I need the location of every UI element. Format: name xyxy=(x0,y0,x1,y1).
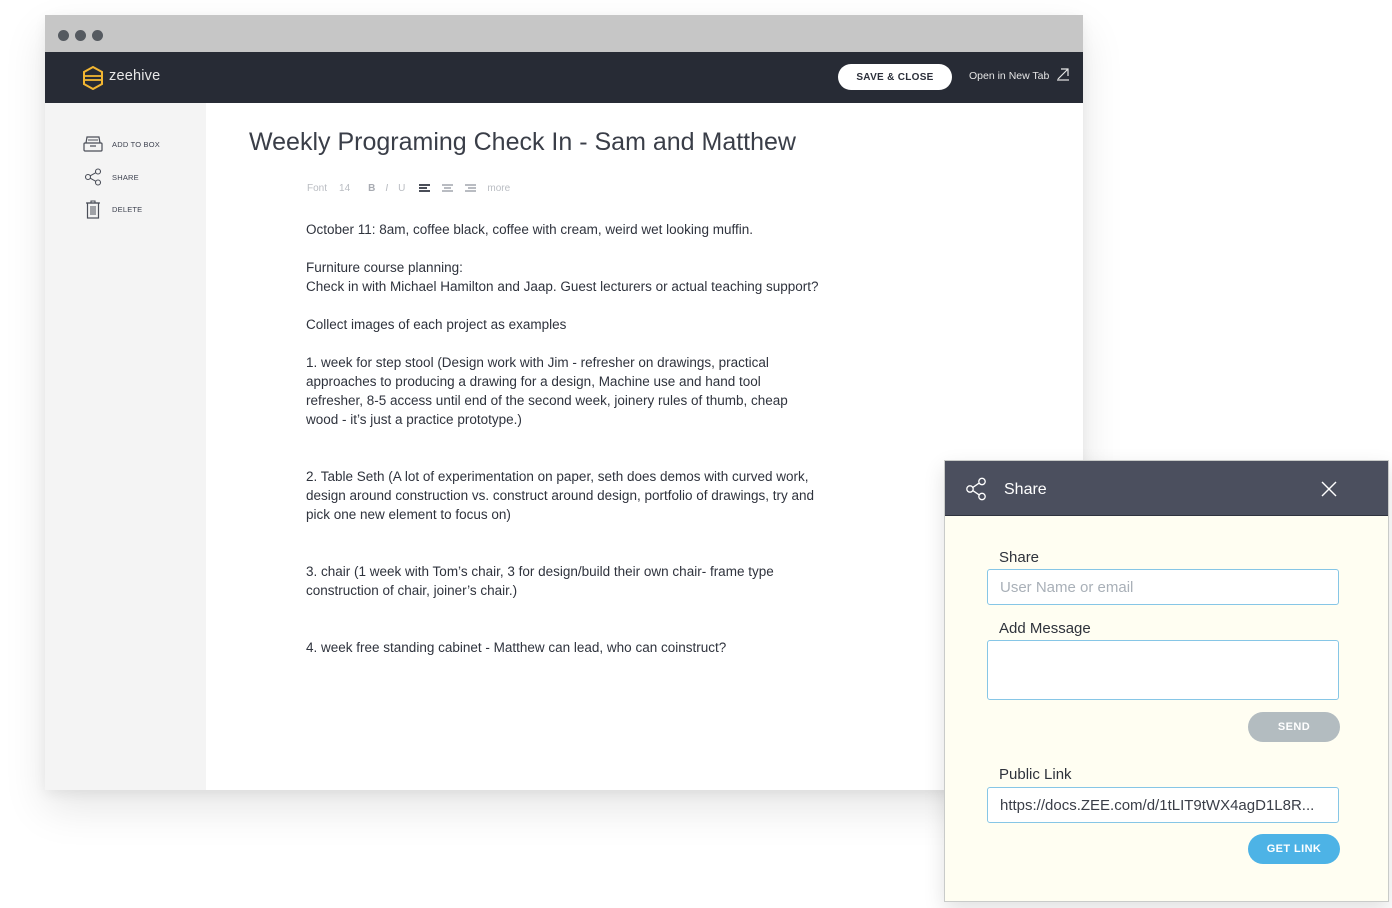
share-icon xyxy=(82,166,104,188)
sidebar-item-label: ADD TO BOX xyxy=(112,139,160,149)
zeehive-logo-icon xyxy=(83,66,103,90)
window-minimize-dot[interactable] xyxy=(75,30,86,41)
share-dialog: Share Share Add Message SEND Public Link… xyxy=(944,460,1389,902)
trash-icon xyxy=(82,198,104,220)
sidebar: ADD TO BOX SHARE DELETE xyxy=(45,103,206,790)
sidebar-item-delete[interactable]: DELETE xyxy=(82,198,142,220)
italic-button[interactable]: I xyxy=(385,183,388,194)
box-icon xyxy=(82,133,104,155)
underline-button[interactable]: U xyxy=(398,183,405,194)
paragraph: 4. week free standing cabinet - Matthew … xyxy=(306,640,727,655)
send-button[interactable]: SEND xyxy=(1248,712,1340,742)
font-size-dropdown[interactable]: 14 xyxy=(339,183,350,194)
browser-window: zeehive SAVE & CLOSE Open in New Tab ADD… xyxy=(45,15,1083,790)
open-new-tab-label: Open in New Tab xyxy=(969,70,1050,82)
share-label: Share xyxy=(999,549,1040,566)
public-link-field[interactable] xyxy=(987,787,1339,823)
window-titlebar xyxy=(45,15,1083,52)
save-close-button[interactable]: SAVE & CLOSE xyxy=(838,64,952,90)
paragraph: Check in with Michael Hamilton and Jaap.… xyxy=(306,279,819,294)
align-left-icon[interactable] xyxy=(419,184,431,192)
align-right-icon[interactable] xyxy=(465,184,477,192)
align-center-icon[interactable] xyxy=(442,184,454,192)
public-link-label: Public Link xyxy=(999,766,1072,783)
share-dialog-title: Share xyxy=(1004,481,1047,498)
font-dropdown[interactable]: Font xyxy=(307,183,327,194)
get-link-button[interactable]: GET LINK xyxy=(1248,834,1340,864)
close-icon[interactable] xyxy=(1320,480,1338,498)
share-dialog-header: Share xyxy=(945,461,1388,516)
share-recipient-input[interactable] xyxy=(988,570,1338,604)
share-icon xyxy=(966,477,986,501)
public-link-input[interactable] xyxy=(988,788,1338,822)
window-maximize-dot[interactable] xyxy=(92,30,103,41)
add-message-label: Add Message xyxy=(999,620,1091,637)
open-new-tab-link[interactable]: Open in New Tab xyxy=(969,68,1070,82)
brand-name: zeehive xyxy=(109,68,161,84)
paragraph: 1. week for step stool (Design work with… xyxy=(306,355,788,427)
paragraph: 2. Table Seth (A lot of experimentation … xyxy=(306,469,815,522)
more-options-button[interactable]: more xyxy=(487,183,510,194)
share-recipient-field[interactable] xyxy=(987,569,1339,605)
paragraph: 3. chair (1 week with Tom’s chair, 3 for… xyxy=(306,564,774,598)
sidebar-item-share[interactable]: SHARE xyxy=(82,166,139,188)
sidebar-item-label: SHARE xyxy=(112,172,139,182)
sidebar-item-label: DELETE xyxy=(112,204,143,214)
sidebar-item-add-to-box[interactable]: ADD TO BOX xyxy=(82,133,160,155)
message-field[interactable] xyxy=(987,640,1339,700)
document-body[interactable]: October 11: 8am, coffee black, coffee wi… xyxy=(306,220,821,657)
paragraph: October 11: 8am, coffee black, coffee wi… xyxy=(306,222,753,237)
window-close-dot[interactable] xyxy=(58,30,69,41)
formatting-toolbar: Font 14 B I U more xyxy=(307,181,522,195)
app-header: zeehive SAVE & CLOSE Open in New Tab xyxy=(45,52,1083,103)
document-title[interactable]: Weekly Programing Check In - Sam and Mat… xyxy=(249,128,796,157)
external-link-icon xyxy=(1057,68,1070,81)
paragraph: Collect images of each project as exampl… xyxy=(306,317,567,332)
bold-button[interactable]: B xyxy=(368,183,375,194)
paragraph: Furniture course planning: xyxy=(306,260,463,275)
message-textarea[interactable] xyxy=(988,641,1338,699)
